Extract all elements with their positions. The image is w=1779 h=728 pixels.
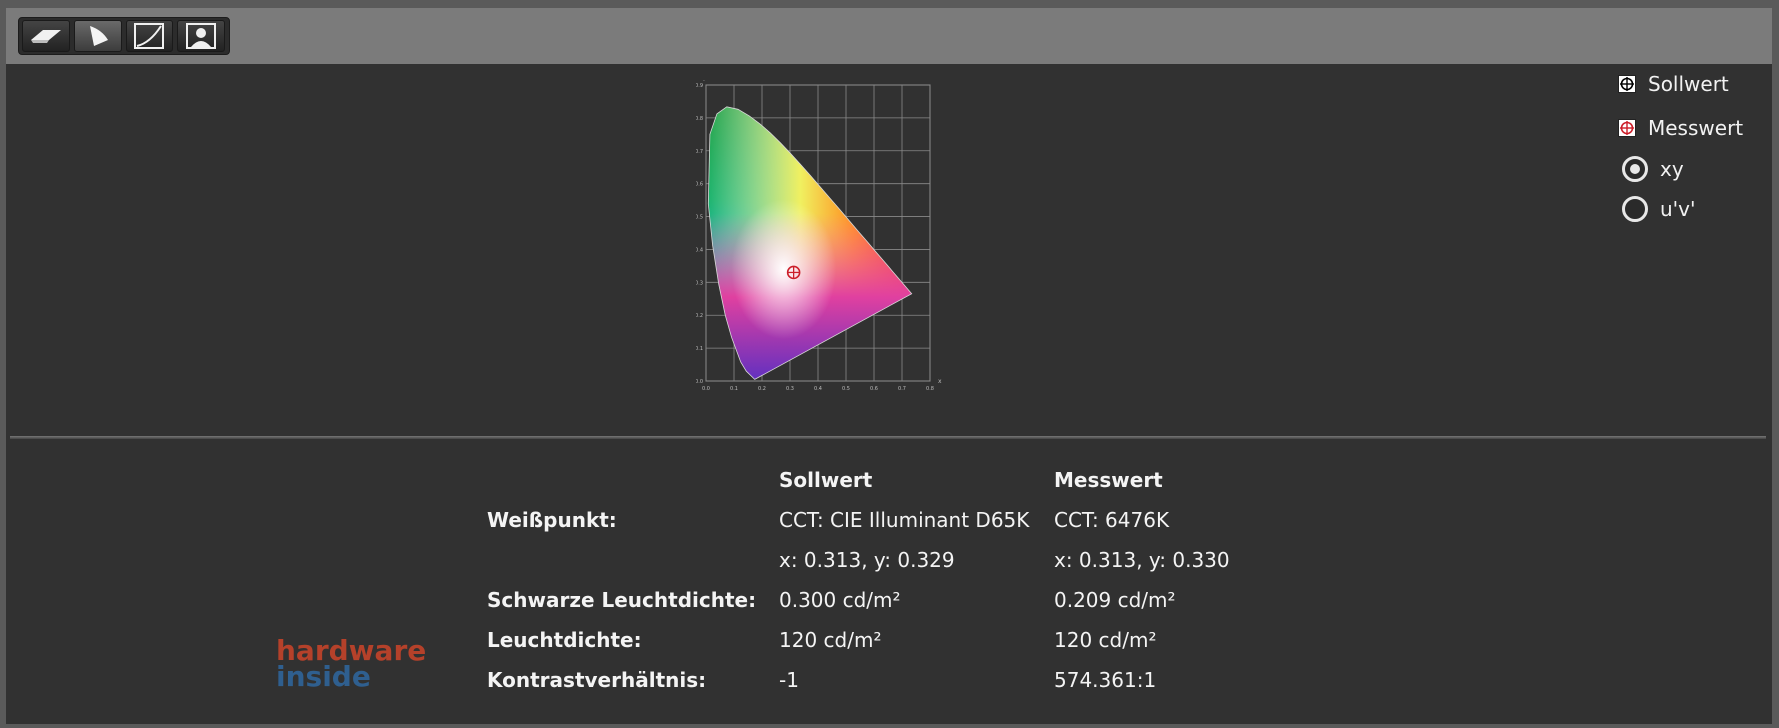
measurement-panel: 0.0 0.1 0.2 0.3 0.4 0.5 0.6 0.7 0.8 0.0 0.1 0.2 0.3… — [6, 8, 1772, 724]
y-tick-label: 0.6 — [696, 182, 703, 188]
legend-measured: Messwert — [1618, 116, 1743, 140]
y-tick-label: 0.3 — [696, 280, 703, 286]
whitepoint-target-cct: CCT: CIE Illuminant D65K — [779, 508, 1030, 532]
x-tick-label: 0.5 — [842, 386, 850, 392]
x-tick-label: 0.4 — [814, 386, 822, 392]
column-header-measured: Messwert — [1054, 468, 1163, 492]
section-divider — [10, 436, 1766, 439]
row-label-luminance: Leuchtdichte: — [487, 628, 642, 652]
person-portrait-icon — [186, 23, 217, 49]
legend-target: Sollwert — [1618, 72, 1729, 96]
whitepoint-measured-xy: x: 0.313, y: 0.330 — [1054, 548, 1230, 572]
contrast-target: -1 — [779, 668, 799, 692]
x-tick-label: 0.1 — [730, 386, 738, 392]
toolbar — [6, 8, 1772, 64]
row-label-contrast: Kontrastverhältnis: — [487, 668, 707, 692]
black-luminance-target: 0.300 cd/m² — [779, 588, 901, 612]
y-tick-label: 0.1 — [696, 346, 703, 352]
option-uv-label: u'v' — [1660, 197, 1696, 221]
row-label-black-luminance: Schwarze Leuchtdichte: — [487, 588, 757, 612]
whitepoint-target-xy: x: 0.313, y: 0.329 — [779, 548, 955, 572]
y-tick-label: 0.8 — [696, 116, 703, 122]
eraser-icon — [30, 30, 61, 43]
hardware-inside-logo: hardware inside — [276, 637, 426, 693]
gamut-view-button[interactable] — [73, 20, 122, 52]
measured-point-marker — [786, 265, 801, 280]
gamma-view-button[interactable] — [125, 20, 174, 52]
contrast-measured: 574.361:1 — [1054, 668, 1157, 692]
view-mode-button-group — [18, 17, 230, 55]
cie-chart-svg: 0.0 0.1 0.2 0.3 0.4 0.5 0.6 0.7 0.8 0.0 0.1 0.2 0.3… — [695, 74, 942, 392]
luminance-target: 120 cd/m² — [779, 628, 882, 652]
option-uv[interactable]: u'v' — [1622, 196, 1696, 222]
option-xy-label: xy — [1660, 157, 1684, 181]
x-axis-ticks: 0.0 0.1 0.2 0.3 0.4 0.5 0.6 0.7 0.8 — [702, 386, 934, 392]
x-tick-label: 0.2 — [758, 386, 766, 392]
radio-xy-indicator[interactable] — [1622, 156, 1648, 182]
radio-uv-indicator[interactable] — [1622, 196, 1648, 222]
x-tick-label: 0.7 — [898, 386, 906, 392]
target-crosshair-icon — [1618, 75, 1636, 93]
y-tick-label: 0.0 — [696, 379, 703, 385]
y-tick-label: 0.7 — [696, 149, 703, 155]
x-tick-label: 0.0 — [702, 386, 710, 392]
option-xy[interactable]: xy — [1622, 156, 1684, 182]
whitepoint-measured-cct: CCT: 6476K — [1054, 508, 1170, 532]
eraser-view-button[interactable] — [22, 20, 70, 52]
y-axis-letter: y — [703, 80, 707, 81]
y-tick-label: 0.5 — [696, 215, 703, 221]
row-label-whitepoint: Weißpunkt: — [487, 508, 617, 532]
luminance-measured: 120 cd/m² — [1054, 628, 1157, 652]
y-tick-label: 0.2 — [696, 313, 703, 319]
measured-crosshair-icon — [1618, 119, 1636, 137]
column-header-target: Sollwert — [779, 468, 873, 492]
x-tick-label: 0.3 — [786, 386, 794, 392]
logo-line-2: inside — [276, 660, 371, 693]
cie-chromaticity-chart: 0.0 0.1 0.2 0.3 0.4 0.5 0.6 0.7 0.8 0.0 0.1 0.2 0.3… — [695, 74, 956, 429]
y-tick-label: 0.4 — [696, 247, 703, 253]
gamma-curve-icon — [134, 23, 165, 49]
x-axis-letter: x — [938, 378, 942, 385]
legend-target-label: Sollwert — [1648, 72, 1729, 96]
y-axis-ticks: 0.0 0.1 0.2 0.3 0.4 0.5 0.6 0.7 0.8 0.9 — [695, 83, 703, 385]
legend-measured-label: Messwert — [1648, 116, 1744, 140]
gamut-triangle-icon — [89, 26, 108, 46]
portrait-view-button[interactable] — [177, 20, 225, 52]
x-tick-label: 0.8 — [926, 386, 934, 392]
black-luminance-measured: 0.209 cd/m² — [1054, 588, 1176, 612]
x-tick-label: 0.6 — [870, 386, 878, 392]
y-tick-label: 0.9 — [696, 83, 703, 89]
